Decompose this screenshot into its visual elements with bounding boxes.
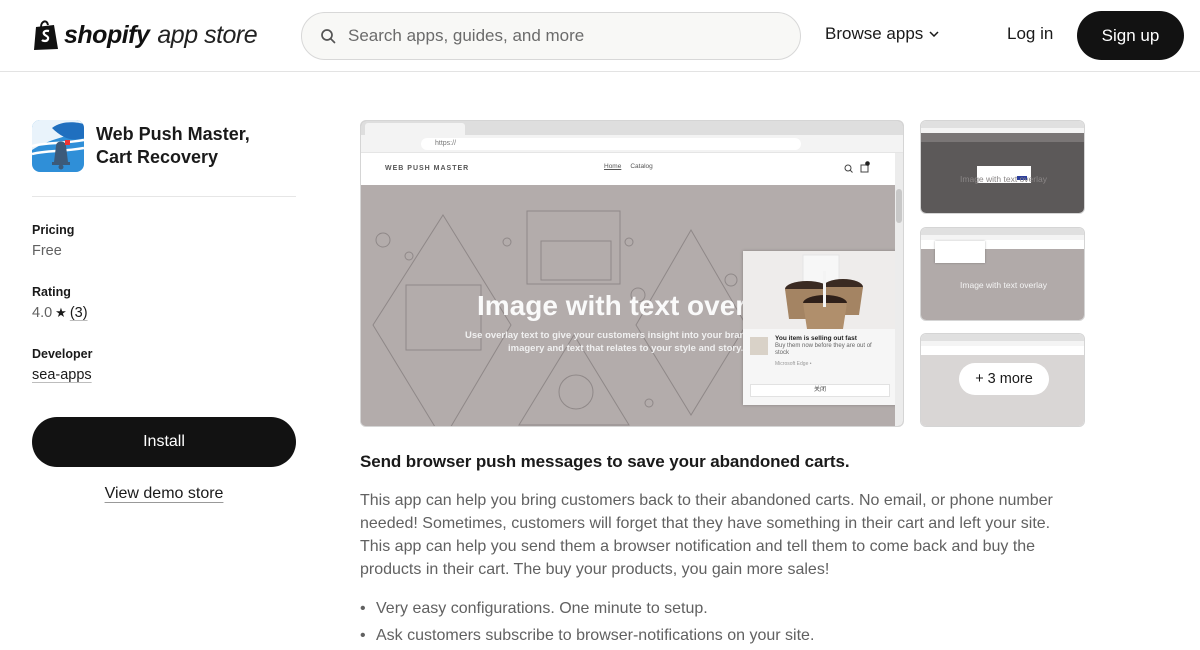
divider [32, 196, 296, 197]
feature-item: Ask customers subscribe to browser-notif… [360, 622, 1080, 649]
app-title-line1: Web Push Master, [96, 124, 250, 144]
notification-title: You item is selling out fast [775, 335, 857, 342]
notification-product-image [743, 251, 897, 329]
site-cart-icon [860, 161, 870, 173]
hero-title: Image with text overlay [477, 290, 786, 321]
browser-tab-strip [361, 121, 903, 135]
pricing-label: Pricing [32, 223, 75, 237]
login-link[interactable]: Log in [1007, 24, 1053, 44]
app-description: Send browser push messages to save your … [360, 452, 1080, 649]
push-notification-popup: You item is selling out fast Buy them no… [743, 251, 897, 405]
install-button[interactable]: Install [32, 417, 296, 467]
app-details-sidebar: Web Push Master, Cart Recovery Pricing F… [32, 120, 296, 503]
description-body: This app can help you bring customers ba… [360, 492, 1053, 578]
search-icon [321, 29, 336, 44]
screenshot-thumbnail-1[interactable]: Image with text overlay [920, 120, 1085, 214]
description-heading: Send browser push messages to save your … [360, 452, 850, 471]
rating-score: 4.0 [32, 305, 53, 321]
site-logo: WEB PUSH MASTER [385, 165, 470, 172]
app-icon [32, 120, 84, 172]
site-link-catalog: Catalog [630, 163, 653, 170]
app-header: Web Push Master, Cart Recovery [32, 120, 296, 172]
view-demo-store-link[interactable]: View demo store [32, 485, 296, 503]
thumbnail-title: Image with text overlay [960, 174, 1047, 184]
search-input[interactable] [348, 26, 768, 46]
site-search-icon [844, 164, 853, 173]
browser-scrollbar [895, 153, 903, 426]
notification-thumbnail [750, 337, 768, 355]
star-icon: ★ [55, 305, 67, 320]
logo-suffix-text: app store [157, 20, 258, 49]
shopify-app-store-logo[interactable]: shopify app store [32, 19, 258, 51]
chevron-down-icon [929, 31, 939, 37]
review-count-link[interactable]: (3) [70, 305, 88, 321]
thumbnail-hero: Image with text overlay [921, 142, 1084, 213]
browser-address-bar: https:// [361, 135, 903, 153]
browse-apps-dropdown[interactable]: Browse apps [825, 24, 939, 44]
rating-label: Rating [32, 285, 71, 299]
rating-value: 4.0 ★ (3) [32, 305, 296, 321]
logo-brand-text: shopify [64, 20, 150, 49]
browser-tab [365, 123, 465, 135]
screenshot-thumbnail-3[interactable]: + 3 more [920, 333, 1085, 427]
pricing-value-text: Free [32, 243, 62, 259]
pricing-value: Free [32, 243, 296, 259]
thumbnail-title: Image with text overlay [960, 280, 1047, 290]
feature-item: Very easy configurations. One minute to … [360, 595, 1080, 622]
top-navigation-bar: shopify app store Browse apps Log in Sig… [0, 0, 1200, 72]
developer-label: Developer [32, 347, 93, 361]
more-screenshots-button[interactable]: + 3 more [959, 363, 1049, 395]
app-title: Web Push Master, Cart Recovery [96, 123, 250, 169]
browse-apps-label: Browse apps [825, 24, 924, 43]
shopify-bag-icon [34, 20, 58, 50]
notification-source: Microsoft Edge • [775, 361, 812, 367]
app-title-line2: Cart Recovery [96, 147, 219, 167]
site-link-home: Home [604, 163, 622, 170]
subscribe-popup [935, 241, 985, 263]
notification-close-button: 关闭 [750, 384, 890, 397]
address-field: https:// [421, 138, 801, 150]
developer-value: sea-apps [32, 367, 296, 383]
search-bar[interactable] [301, 12, 801, 60]
notification-text: Buy them now before they are out of stoc… [775, 343, 872, 356]
site-navigation: WEB PUSH MASTER Home Catalog [361, 153, 903, 185]
developer-link[interactable]: sea-apps [32, 367, 92, 383]
hero-subtitle-line1: Use overlay text to give your customers … [465, 330, 785, 341]
hero-subtitle-line2: imagery and text that relates to your st… [508, 343, 744, 354]
main-screenshot[interactable]: https:// WEB PUSH MASTER Home Catalog Im… [360, 120, 904, 427]
site-links: Home Catalog [604, 163, 653, 170]
signup-button[interactable]: Sign up [1077, 11, 1184, 60]
feature-list: Very easy configurations. One minute to … [360, 595, 1080, 649]
screenshot-thumbnail-2[interactable]: Image with text overlay [920, 227, 1085, 321]
notification-body: You item is selling out fast Buy them no… [743, 329, 897, 379]
